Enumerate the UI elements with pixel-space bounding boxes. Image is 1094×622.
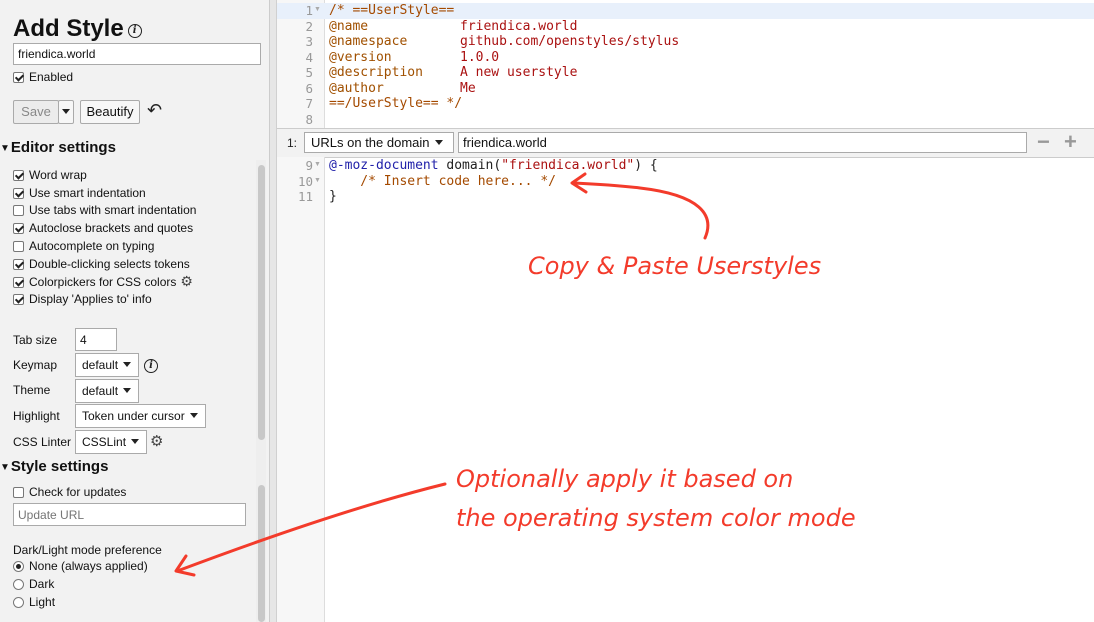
color-mode-arrow xyxy=(178,482,447,572)
color-mode-annotation-line2: the operating system color mode xyxy=(456,504,856,532)
color-mode-annotation-line1: Optionally apply it based on xyxy=(456,465,794,493)
copy-paste-annotation: Copy & Paste Userstyles xyxy=(528,252,822,280)
copy-paste-arrow xyxy=(572,181,710,240)
